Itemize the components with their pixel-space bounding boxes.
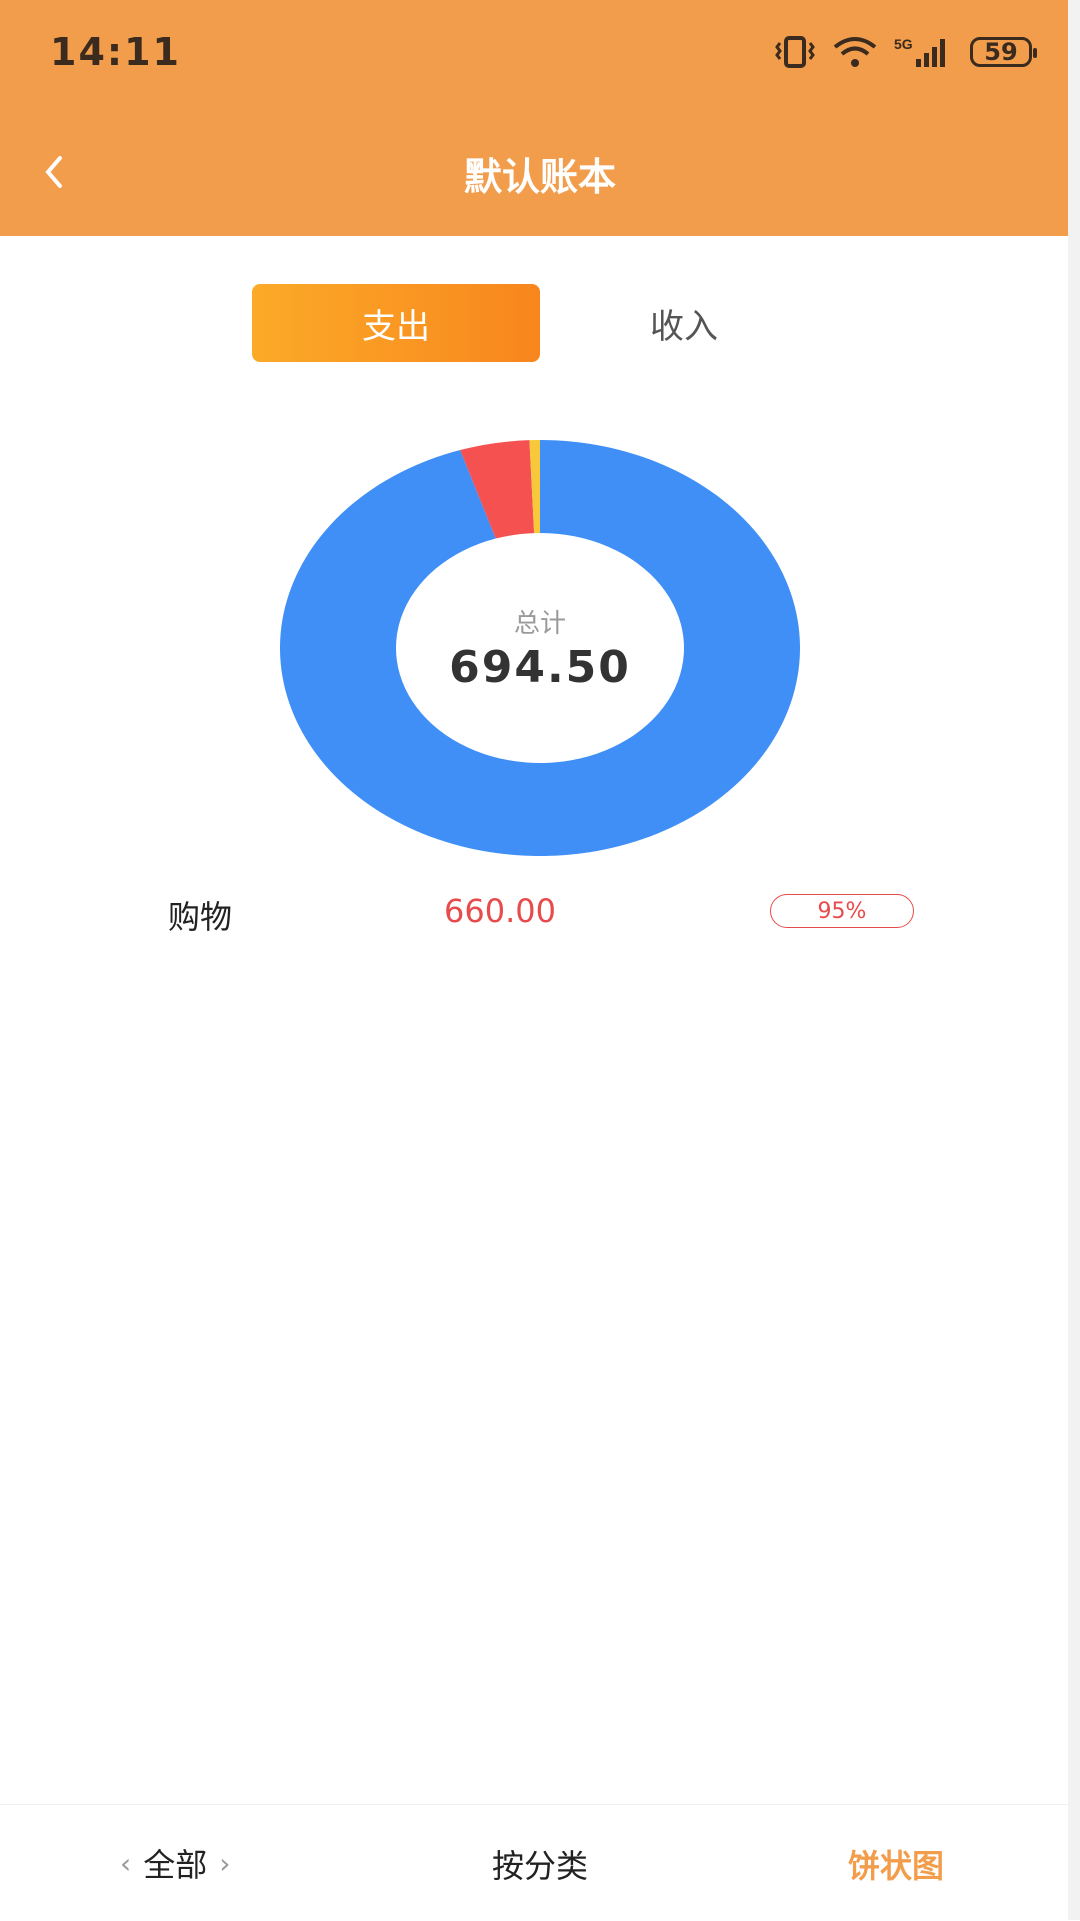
category-percent-badge: 95% xyxy=(770,894,914,928)
vibrate-icon xyxy=(775,36,815,68)
status-time: 14:11 xyxy=(50,30,181,74)
type-tabs: 支出 收入 xyxy=(252,284,872,362)
tab-expense[interactable]: 支出 xyxy=(252,284,540,362)
category-amount: 660.00 xyxy=(444,892,556,930)
chevron-right-icon[interactable]: › xyxy=(219,1847,230,1880)
page-title: 默认账本 xyxy=(463,155,616,199)
total-label: 总计 xyxy=(513,609,566,639)
total-value: 694.50 xyxy=(449,642,631,693)
pie-chart-button[interactable]: 饼状图 xyxy=(848,1841,944,1887)
period-selector[interactable]: ‹ 全部 › xyxy=(120,1841,230,1885)
period-label: 全部 xyxy=(143,1846,208,1884)
wifi-icon xyxy=(833,37,877,67)
scrollbar-track xyxy=(1068,0,1080,1920)
category-row[interactable]: 购物 660.00 95% xyxy=(0,880,1080,944)
tab-income[interactable]: 收入 xyxy=(540,284,828,362)
donut-center: 总计 694.50 xyxy=(280,440,800,856)
bottom-bar: ‹ 全部 › 按分类 饼状图 xyxy=(0,1804,1068,1921)
battery-level: 59 xyxy=(984,38,1018,66)
battery-icon: 59 xyxy=(970,37,1037,67)
category-name: 购物 xyxy=(168,898,233,936)
by-category-button[interactable]: 按分类 xyxy=(492,1841,588,1887)
header-bar: 14:11 5G 59 默认账本 xyxy=(0,0,1080,236)
chevron-left-icon[interactable]: ‹ xyxy=(120,1847,131,1880)
signal-icon: 5G xyxy=(894,36,945,67)
network-type: 5G xyxy=(894,36,913,52)
donut-chart: 总计 694.50 xyxy=(280,440,800,856)
status-icons: 5G 59 xyxy=(774,32,1037,72)
